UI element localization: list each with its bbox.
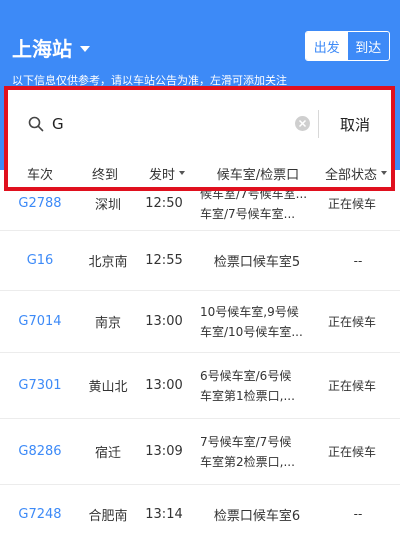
waiting-room: 7号候车室/7号候 车室第2检票口,... (192, 432, 322, 472)
train-status: 正在候车 (328, 315, 377, 329)
terminus: 深圳 (94, 198, 121, 213)
chevron-down-icon (381, 171, 387, 175)
terminus: 北京南 (88, 255, 128, 270)
waiting-line-1: 7号候车室/7号候 (200, 434, 292, 449)
arrive-tab[interactable]: 到达 (348, 32, 390, 60)
table-row[interactable]: G7248 合肥南 13:14 检票口候车室6 -- (0, 485, 400, 543)
waiting-room: 候车室/7号候车室... 车室/7号候车室... (192, 191, 322, 224)
depart-time: 13:09 (145, 444, 183, 459)
search-input[interactable] (52, 109, 272, 139)
train-number: G2788 (18, 196, 62, 211)
col-depart-time[interactable]: 发时 (138, 164, 196, 183)
waiting-line-2: 车室/7号候车室... (200, 206, 296, 221)
train-status: 正在候车 (328, 197, 377, 211)
terminus: 黄山北 (88, 380, 128, 395)
train-number: G16 (26, 253, 54, 268)
col-terminus-label: 终到 (91, 167, 118, 183)
col-terminus: 终到 (72, 164, 138, 183)
status-filter[interactable]: 全部状态 (320, 164, 392, 183)
waiting-line-1: 候车室/7号候车室... (200, 191, 308, 201)
depart-time: 13:00 (145, 314, 183, 329)
waiting-room: 6号候车室/6号候 车室第1检票口,... (192, 366, 322, 406)
waiting-room: 检票口候车室5 (213, 255, 301, 270)
waiting-room: 检票口候车室6 (213, 508, 301, 524)
waiting-room: 10号候车室,9号候 车室/10号候车室... (192, 302, 322, 342)
waiting-line-1: 10号候车室,9号候 (200, 304, 299, 319)
depart-time: 12:55 (145, 253, 183, 268)
depart-time: 12:50 (145, 196, 183, 211)
waiting-line-2: 车室第1检票口,... (200, 388, 295, 403)
col-waiting-room: 候车室/检票口 (196, 164, 320, 183)
col-train-label: 车次 (26, 167, 53, 183)
search-field (14, 104, 312, 144)
waiting-line-2: 车室/10号候车室... (200, 324, 303, 339)
table-row[interactable]: G7014 南京 13:00 10号候车室,9号候 车室/10号候车室... 正… (0, 291, 400, 353)
terminus: 合肥南 (88, 508, 128, 524)
search-bar: 取消 (12, 100, 388, 148)
depart-time: 13:14 (145, 506, 183, 522)
column-header: 车次 终到 发时 候车室/检票口 全部状态 (8, 158, 392, 188)
table-row[interactable]: G8286 宿迁 13:09 7号候车室/7号候 车室第2检票口,... 正在候… (0, 419, 400, 485)
waiting-line-1: 6号候车室/6号候 (200, 368, 292, 383)
waiting-line-2: 车室第2检票口,... (200, 454, 295, 469)
terminus: 南京 (94, 316, 121, 331)
col-depart-time-label: 发时 (148, 167, 175, 183)
chevron-down-icon (80, 46, 90, 52)
depart-time: 13:00 (145, 378, 183, 393)
status-filter-label: 全部状态 (324, 167, 377, 183)
clear-icon[interactable] (295, 116, 310, 131)
train-number: G7301 (18, 378, 62, 393)
table-row[interactable]: G2788 深圳 12:50 候车室/7号候车室... 车室/7号候车室... … (0, 191, 400, 231)
terminus: 宿迁 (94, 446, 121, 461)
depart-tab[interactable]: 出发 (306, 32, 348, 60)
train-status: 正在候车 (328, 445, 377, 459)
col-train: 车次 (8, 164, 72, 183)
table-row[interactable]: G7301 黄山北 13:00 6号候车室/6号候 车室第1检票口,... 正在… (0, 353, 400, 419)
train-status: -- (353, 507, 363, 521)
train-list: G2788 深圳 12:50 候车室/7号候车室... 车室/7号候车室... … (0, 191, 400, 551)
station-selector[interactable]: 上海站 (12, 33, 90, 62)
table-row[interactable]: G16 北京南 12:55 检票口候车室5 -- (0, 231, 400, 291)
train-number: G7248 (18, 506, 62, 522)
search-icon (28, 116, 44, 132)
station-name: 上海站 (12, 37, 72, 61)
col-waiting-room-label: 候车室/检票口 (216, 167, 300, 183)
depart-arrive-toggle: 出发 到达 (305, 31, 390, 61)
train-number: G8286 (18, 444, 62, 459)
train-status: -- (353, 253, 363, 268)
train-number: G7014 (18, 314, 62, 329)
train-status: 正在候车 (328, 379, 377, 393)
sort-caret-icon (179, 171, 185, 175)
search-divider (318, 110, 319, 138)
cancel-button[interactable]: 取消 (335, 114, 375, 135)
